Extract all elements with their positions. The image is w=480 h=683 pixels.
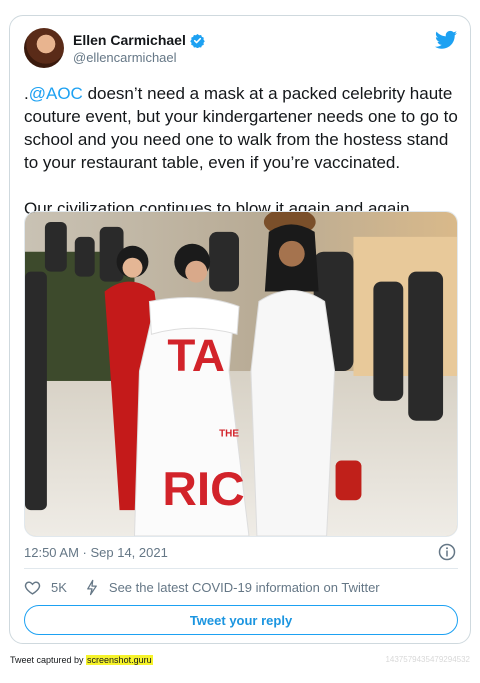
author-avatar[interactable] bbox=[24, 28, 64, 68]
author-name-row: Ellen Carmichael bbox=[73, 32, 205, 48]
divider bbox=[24, 568, 458, 569]
like-count[interactable]: 5K bbox=[51, 580, 67, 595]
tweet-timestamp[interactable]: 12:50 AM · Sep 14, 2021 bbox=[24, 545, 168, 560]
mention-link[interactable]: @AOC bbox=[29, 84, 83, 103]
dress-text-the: THE bbox=[219, 429, 239, 440]
tweet-id: 1437579435479294532 bbox=[385, 655, 470, 664]
author-display-name[interactable]: Ellen Carmichael bbox=[73, 32, 186, 48]
tweet-paragraph-1: .@AOC doesn’t need a mask at a packed ce… bbox=[24, 82, 464, 174]
covid-info-link[interactable]: See the latest COVID-19 information on T… bbox=[109, 580, 380, 595]
capture-credit-brand[interactable]: screenshot.guru bbox=[86, 655, 153, 665]
tweet-photo[interactable]: TA THE RIC bbox=[24, 211, 458, 537]
info-icon[interactable] bbox=[438, 543, 456, 561]
tweet-text: .@AOC doesn’t need a mask at a packed ce… bbox=[24, 82, 464, 220]
tweet-body-1: doesn’t need a mask at a packed celebrit… bbox=[24, 84, 458, 172]
action-bar: 5K See the latest COVID-19 information o… bbox=[24, 577, 380, 597]
dress-text-rich: RIC bbox=[162, 463, 244, 516]
heart-icon[interactable] bbox=[24, 579, 41, 596]
verified-badge-icon bbox=[190, 33, 205, 48]
met-gala-photo: TA THE RIC bbox=[25, 212, 457, 536]
lightning-bolt-icon bbox=[87, 579, 97, 595]
dress-text-tax: TA bbox=[167, 330, 225, 381]
twitter-bird-icon[interactable] bbox=[435, 30, 457, 50]
author-handle[interactable]: @ellencarmichael bbox=[73, 50, 177, 65]
capture-credit-prefix: Tweet captured by bbox=[10, 655, 87, 665]
capture-credit: Tweet captured by screenshot.guru bbox=[10, 655, 153, 665]
tweet-reply-button[interactable]: Tweet your reply bbox=[24, 605, 458, 635]
tweet-card: Ellen Carmichael @ellencarmichael .@AOC … bbox=[9, 15, 471, 644]
